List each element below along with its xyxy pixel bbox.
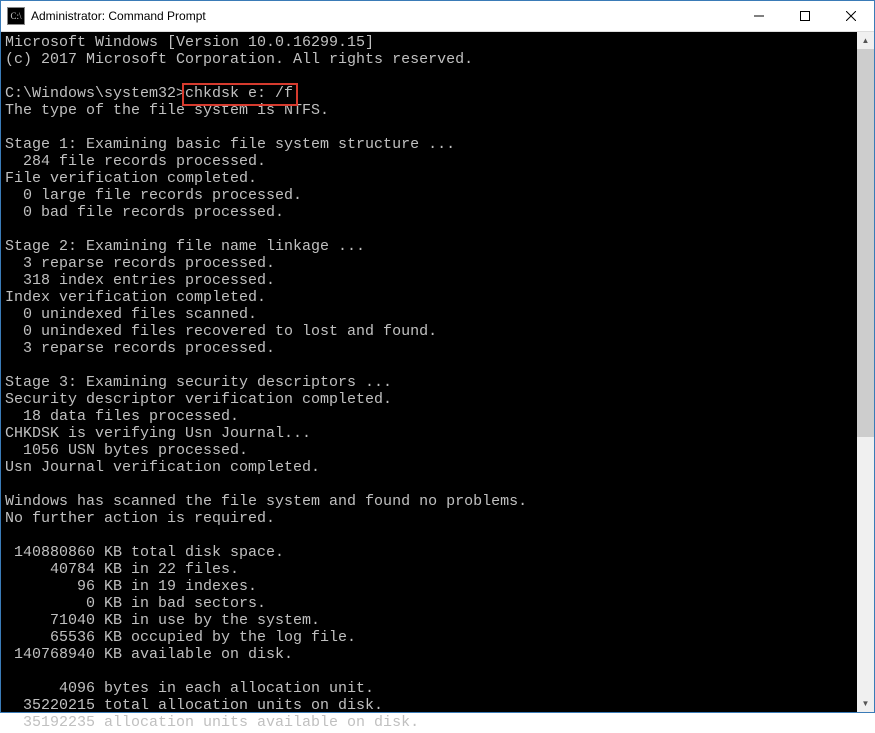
line: 0 large file records processed. <box>5 187 302 204</box>
titlebar[interactable]: C:\ Administrator: Command Prompt <box>1 1 874 32</box>
vertical-scrollbar[interactable]: ▲ ▼ <box>857 32 874 712</box>
prompt: C:\Windows\system32> <box>5 85 185 102</box>
line: 3 reparse records processed. <box>5 340 275 357</box>
line: Usn Journal verification completed. <box>5 459 320 476</box>
line: 35192235 allocation units available on d… <box>5 714 419 731</box>
line: 65536 KB occupied by the log file. <box>5 629 356 646</box>
line: File verification completed. <box>5 170 257 187</box>
line: Security descriptor verification complet… <box>5 391 392 408</box>
terminal-output[interactable]: Microsoft Windows [Version 10.0.16299.15… <box>1 32 857 733</box>
line: 140880860 KB total disk space. <box>5 544 284 561</box>
line: 71040 KB in use by the system. <box>5 612 320 629</box>
window-title: Administrator: Command Prompt <box>31 9 736 23</box>
line: Stage 2: Examining file name linkage ... <box>5 238 365 255</box>
scroll-up-button[interactable]: ▲ <box>857 32 874 49</box>
line: 40784 KB in 22 files. <box>5 561 239 578</box>
client-area: Microsoft Windows [Version 10.0.16299.15… <box>1 32 874 712</box>
line: (c) 2017 Microsoft Corporation. All righ… <box>5 51 473 68</box>
line: 0 unindexed files recovered to lost and … <box>5 323 437 340</box>
close-button[interactable] <box>828 1 874 31</box>
line: 0 bad file records processed. <box>5 204 284 221</box>
cmd-icon: C:\ <box>7 7 25 25</box>
line: 35220215 total allocation units on disk. <box>5 697 383 714</box>
entered-command: chkdsk e: /f <box>185 85 293 102</box>
line: 18 data files processed. <box>5 408 239 425</box>
scrollbar-thumb[interactable] <box>857 49 874 437</box>
line: 1056 USN bytes processed. <box>5 442 248 459</box>
cmd-window: C:\ Administrator: Command Prompt Micros… <box>0 0 875 713</box>
line: 284 file records processed. <box>5 153 266 170</box>
scroll-down-button[interactable]: ▼ <box>857 695 874 712</box>
line: Microsoft Windows [Version 10.0.16299.15… <box>5 34 374 51</box>
line: No further action is required. <box>5 510 275 527</box>
scrollbar-track[interactable] <box>857 49 874 695</box>
line: Stage 1: Examining basic file system str… <box>5 136 455 153</box>
line: 96 KB in 19 indexes. <box>5 578 257 595</box>
line: 318 index entries processed. <box>5 272 275 289</box>
line: 0 unindexed files scanned. <box>5 306 257 323</box>
line: Stage 3: Examining security descriptors … <box>5 374 392 391</box>
line: 0 KB in bad sectors. <box>5 595 266 612</box>
maximize-button[interactable] <box>782 1 828 31</box>
line: 140768940 KB available on disk. <box>5 646 293 663</box>
minimize-button[interactable] <box>736 1 782 31</box>
line: Index verification completed. <box>5 289 266 306</box>
line: Windows has scanned the file system and … <box>5 493 527 510</box>
line: 3 reparse records processed. <box>5 255 275 272</box>
window-buttons <box>736 1 874 31</box>
line: 4096 bytes in each allocation unit. <box>5 680 374 697</box>
line: CHKDSK is verifying Usn Journal... <box>5 425 311 442</box>
line: The type of the file system is NTFS. <box>5 102 329 119</box>
